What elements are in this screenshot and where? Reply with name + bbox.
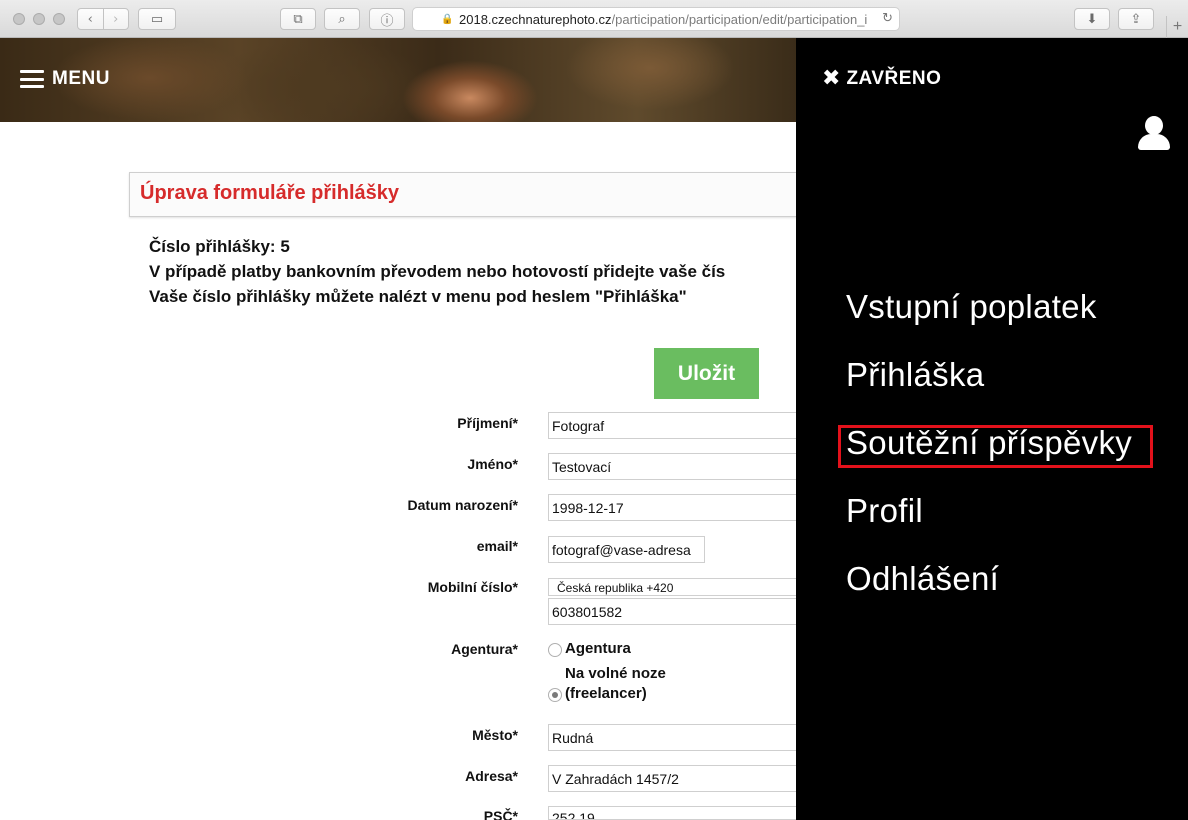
menu-toggle-button[interactable]: MENU (20, 68, 110, 90)
firstname-label: Jméno* (467, 456, 518, 472)
close-window-button[interactable] (13, 13, 25, 25)
sidebar-icon: ▭ (150, 11, 164, 27)
form-title-box: Úprava formuláře přihlášky (129, 172, 829, 217)
freelancer-option-label-line1: Na volné noze (565, 665, 666, 682)
reader-button[interactable]: ⓘ (369, 8, 405, 30)
freelancer-option-label-line2: (freelancer) (565, 685, 647, 702)
save-button[interactable]: Uložit (654, 348, 759, 399)
birthdate-label: Datum narození* (407, 497, 518, 513)
application-number: Číslo přihlášky: 5 (149, 237, 290, 256)
birthdate-field[interactable]: 1998-12-17 (548, 494, 808, 521)
hamburger-icon (20, 70, 44, 88)
reload-icon[interactable]: ↻ (882, 11, 893, 26)
share-button[interactable]: ⇪ (1118, 8, 1154, 30)
nav-item-application[interactable]: Přihláška (846, 356, 984, 394)
mobile-field[interactable]: 603801582 (548, 598, 808, 625)
tabs-icon: ⧉ (293, 11, 303, 27)
forward-icon[interactable]: › (102, 9, 129, 29)
application-note: Vaše číslo přihlášky můžete nalézt v men… (149, 287, 687, 306)
nav-item-entry-fee[interactable]: Vstupní poplatek (846, 288, 1097, 326)
payment-note: V případě platby bankovním převodem nebo… (149, 262, 726, 281)
address-field[interactable]: V Zahradách 1457/2 (548, 765, 808, 792)
search-button[interactable]: ⌕ (324, 8, 360, 30)
city-field[interactable]: Rudná (548, 724, 808, 751)
user-icon[interactable] (1138, 116, 1170, 152)
new-tab-button[interactable]: + (1166, 16, 1188, 38)
share-icon: ⇪ (1130, 11, 1142, 27)
search-icon: ⌕ (338, 11, 346, 27)
agency-label: Agentura* (451, 641, 518, 657)
nav-item-profile[interactable]: Profil (846, 492, 923, 530)
zoom-window-button[interactable] (53, 13, 65, 25)
address-bar[interactable]: 🔒 2018.czechnaturephoto.cz /participatio… (412, 7, 900, 31)
postcode-label: PSČ* (483, 808, 518, 820)
browser-toolbar: ‹ › ▭ ⧉ ⌕ ⓘ 🔒 2018.czechnaturephoto.cz /… (0, 0, 1188, 38)
email-field[interactable]: fotograf@vase-adresa (548, 536, 705, 563)
email-label: email* (476, 538, 518, 554)
sidebar-toggle-button[interactable]: ▭ (138, 8, 176, 30)
lock-icon: 🔒 (441, 13, 454, 25)
postcode-field[interactable]: 252 19 (548, 806, 808, 820)
firstname-field[interactable]: Testovací (548, 453, 808, 480)
header-banner-image (0, 38, 796, 122)
download-icon: ⬇ (1086, 11, 1098, 27)
info-icon: ⓘ (380, 13, 394, 29)
mobile-label: Mobilní číslo* (427, 579, 518, 595)
freelancer-radio[interactable] (548, 688, 562, 702)
page-title: Úprava formuláře přihlášky (140, 182, 399, 204)
close-icon: ✖ (822, 66, 841, 91)
tab-overview-button[interactable]: ⧉ (280, 8, 316, 30)
country-code-select[interactable]: Česká republika +420 (548, 578, 808, 596)
url-path: /participation/participation/edit/partic… (611, 11, 868, 27)
downloads-button[interactable]: ⬇ (1074, 8, 1110, 30)
close-menu-button[interactable]: ✖ ZAVŘENO (822, 68, 941, 90)
url-host: 2018.czechnaturephoto.cz (459, 11, 612, 27)
history-nav: ‹ › (77, 8, 129, 30)
back-icon[interactable]: ‹ (78, 9, 103, 29)
nav-item-logout[interactable]: Odhlášení (846, 560, 999, 598)
agency-option-label: Agentura (565, 640, 631, 657)
surname-field[interactable]: Fotograf (548, 412, 808, 439)
menu-label: MENU (52, 68, 110, 89)
agency-radio[interactable] (548, 643, 562, 657)
city-label: Město* (472, 727, 518, 743)
close-label: ZAVŘENO (846, 68, 942, 89)
address-label: Adresa* (465, 768, 518, 784)
surname-label: Příjmení* (457, 415, 518, 431)
highlight-box (838, 425, 1153, 468)
minimize-window-button[interactable] (33, 13, 45, 25)
